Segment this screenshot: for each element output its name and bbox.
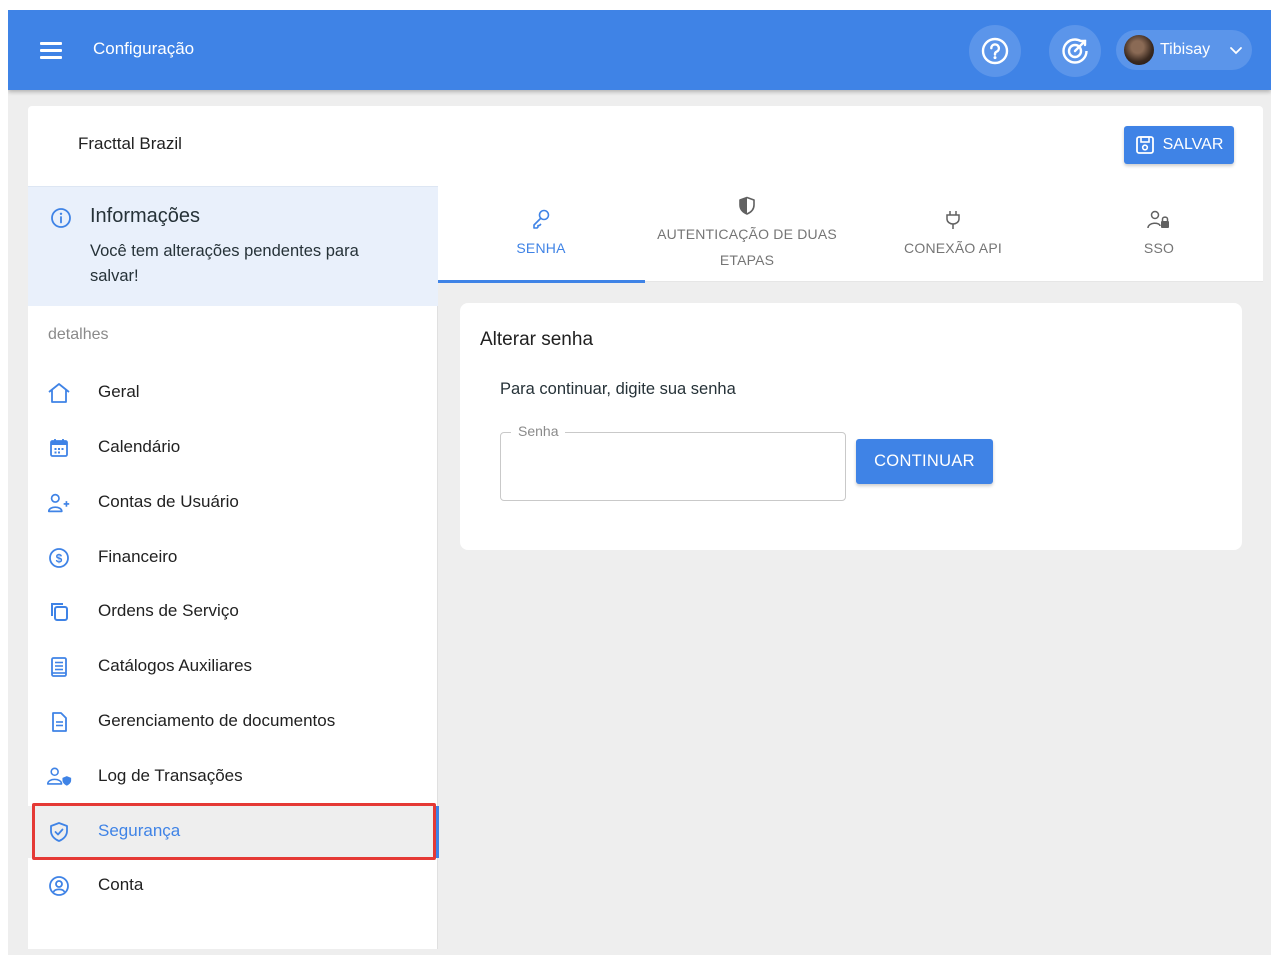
app-title: Configuração [93, 39, 195, 58]
tab-label: SENHA [516, 240, 566, 256]
sidebar-item-label: Financeiro [98, 547, 178, 566]
password-field[interactable]: Senha [500, 423, 846, 501]
tab-label: CONEXÃO API [904, 240, 1002, 256]
active-tab-indicator [438, 280, 645, 283]
app-frame: Configuração Tibisay Fracttal Brazil SAL… [8, 10, 1271, 955]
user-shield-icon [46, 765, 72, 789]
user-lock-icon [1056, 210, 1262, 230]
sidebar-item-label: Catálogos Auxiliares [98, 656, 253, 675]
sidebar-item-label: Contas de Usuário [98, 492, 239, 511]
sidebar-item-label: Gerenciamento de documentos [98, 711, 336, 730]
tab-autenticacao-duas-etapas[interactable]: AUTENTICAÇÃO DE DUAS ETAPAS [644, 186, 850, 282]
sidebar-item-calendario[interactable]: Calendário [28, 422, 438, 474]
document-icon [46, 710, 72, 734]
target-icon [1062, 38, 1088, 64]
tab-sso[interactable]: SSO [1056, 186, 1262, 282]
calendar-icon [46, 436, 72, 460]
save-button-label: SALVAR [1162, 136, 1224, 153]
sidebar-item-ordens-de-servico[interactable]: Ordens de Serviço [28, 586, 438, 638]
info-icon [51, 208, 71, 228]
tab-label: SSO [1143, 240, 1175, 256]
password-input[interactable] [515, 455, 831, 485]
tab-label-line2: ETAPAS [719, 252, 775, 268]
top-app-bar: Configuração Tibisay [8, 10, 1271, 90]
tab-label-line1: AUTENTICAÇÃO DE DUAS [657, 226, 837, 242]
user-name: Tibisay [1160, 41, 1211, 58]
password-field-label: Senha [511, 423, 566, 439]
info-title: Informações [90, 205, 201, 227]
help-button[interactable] [969, 25, 1021, 77]
target-button[interactable] [1049, 25, 1101, 77]
svg-text:$: $ [56, 552, 63, 566]
continue-button[interactable]: CONTINUAR [856, 439, 993, 484]
sidebar-item-label: Log de Transações [98, 766, 243, 785]
tab-senha[interactable]: SENHA [438, 186, 645, 283]
save-icon [1135, 136, 1154, 154]
avatar [1124, 35, 1154, 65]
card-title: Alterar senha [480, 329, 594, 350]
sidebar-item-geral[interactable]: Geral [28, 367, 438, 419]
key-icon [438, 208, 644, 230]
change-password-card: Alterar senha Para continuar, digite sua… [460, 303, 1242, 550]
save-button[interactable]: SALVAR [1124, 126, 1234, 164]
sidebar-item-financeiro[interactable]: $ Financeiro [28, 532, 438, 584]
sidebar-item-gerenciamento-de-documentos[interactable]: Gerenciamento de documentos [28, 696, 438, 748]
tab-conexao-api[interactable]: CONEXÃO API [850, 186, 1056, 282]
company-name: Fracttal Brazil [78, 134, 182, 153]
sidebar-item-label: Ordens de Serviço [98, 601, 239, 620]
section-label: detalhes [48, 326, 109, 343]
info-text: Você tem alterações pendentes para salva… [90, 242, 359, 285]
shield-check-icon [46, 820, 72, 844]
dollar-icon: $ [46, 546, 72, 570]
sidebar-item-seguranca[interactable]: Segurança [28, 806, 439, 858]
help-icon [981, 37, 1009, 65]
chevron-down-icon [1230, 47, 1242, 55]
security-tabs: SENHA AUTENTICAÇÃO DE DUAS ETAPAS CONEXÃ… [438, 186, 1263, 283]
settings-sidebar: Informações Você tem alterações pendente… [28, 186, 439, 949]
copy-icon [46, 600, 72, 624]
account-circle-icon [46, 874, 72, 898]
plug-icon [850, 210, 1056, 230]
sidebar-item-label: Calendário [98, 437, 181, 456]
user-add-icon [46, 491, 72, 515]
sidebar-item-conta[interactable]: Conta [28, 860, 438, 912]
user-menu[interactable]: Tibisay [1116, 30, 1252, 70]
company-header: Fracttal Brazil SALVAR [28, 106, 1263, 186]
sidebar-item-catalogos-auxiliares[interactable]: Catálogos Auxiliares [28, 641, 438, 693]
home-icon [46, 381, 72, 405]
shield-half-icon [644, 196, 850, 216]
sidebar-item-contas-de-usuario[interactable]: Contas de Usuário [28, 477, 438, 529]
sidebar-item-label: Geral [98, 382, 140, 401]
info-banner: Informações Você tem alterações pendente… [28, 186, 438, 306]
sidebar-item-log-de-transacoes[interactable]: Log de Transações [28, 751, 438, 803]
sidebar-item-label: Segurança [98, 821, 181, 840]
book-icon [46, 655, 72, 679]
card-subtitle: Para continuar, digite sua senha [500, 380, 736, 398]
sidebar-item-label: Conta [98, 875, 144, 894]
menu-icon[interactable] [40, 42, 64, 60]
